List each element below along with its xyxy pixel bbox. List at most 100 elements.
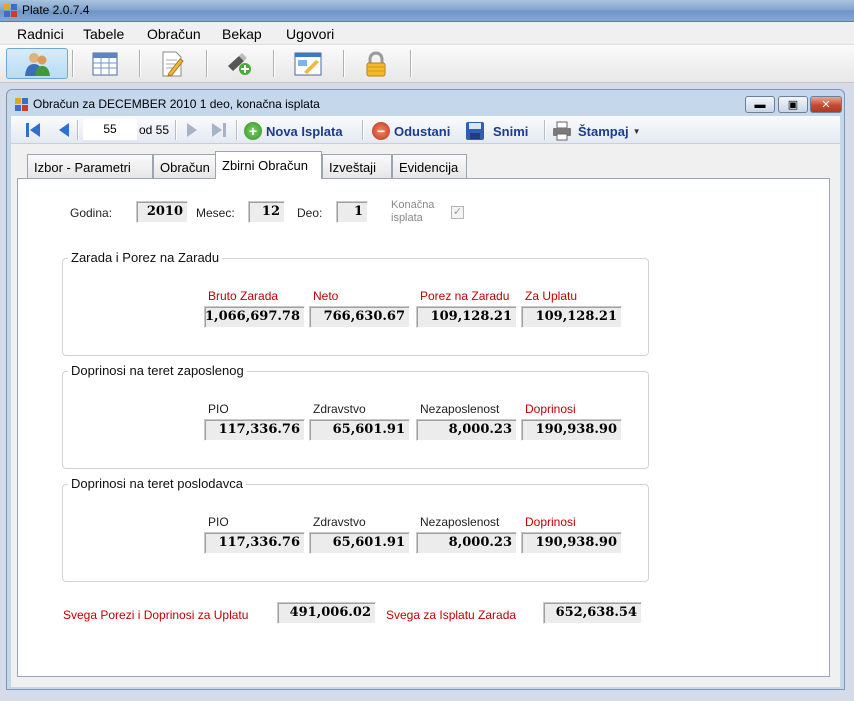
save-label: Snimi: [493, 123, 529, 139]
field-value[interactable]: 65,601.91: [309, 419, 410, 441]
contracts-button[interactable]: [277, 48, 339, 79]
checkmark-icon: ✓: [452, 206, 463, 218]
table-icon: [92, 52, 118, 75]
backup-button[interactable]: [208, 48, 270, 79]
tab-evidencija[interactable]: Evidencija: [392, 154, 467, 178]
record-navigator: 55 od 55 + Nova Isplata − Odustani Snimi…: [11, 116, 840, 144]
lock-icon: [366, 51, 386, 76]
previous-record-icon[interactable]: [57, 122, 71, 138]
field-value[interactable]: 190,938.90: [521, 419, 622, 441]
calculation-button[interactable]: [141, 48, 203, 79]
field-label: Zdravstvo: [313, 402, 366, 416]
window-icon: [15, 98, 28, 111]
menu-bekap[interactable]: Bekap: [222, 26, 262, 42]
cancel-label: Odustani: [394, 123, 451, 139]
print-label: Štampaj: [578, 123, 629, 139]
menu-obracun[interactable]: Obračun: [147, 26, 201, 42]
field-label: Za Uplatu: [525, 289, 578, 303]
last-record-icon[interactable]: [211, 122, 227, 138]
mesec-label: Mesec:: [196, 206, 235, 220]
calculation-window: Obračun za DECEMBER 2010 1 deo, konačna …: [6, 89, 845, 690]
field-label: Bruto Zarada: [208, 289, 279, 303]
navigator-separator: [544, 120, 546, 140]
window-title: Obračun za DECEMBER 2010 1 deo, konačna …: [33, 97, 320, 111]
field-label: PIO: [208, 515, 229, 529]
group-title: Doprinosi na teret poslodavca: [68, 476, 246, 491]
field-label: Neto: [313, 289, 339, 303]
field-value[interactable]: 109,128.21: [521, 306, 622, 328]
field-label: Nezaposlenost: [420, 402, 500, 416]
dropdown-arrow-icon[interactable]: ▼: [633, 127, 641, 136]
group-title: Zarada i Porez na Zaradu: [68, 250, 223, 265]
tab-izbor-parametri[interactable]: Izbor - Parametri: [27, 154, 153, 178]
employees-button[interactable]: [6, 48, 68, 79]
field-value[interactable]: 1,066,697.78: [204, 306, 305, 328]
field-value[interactable]: 766,630.67: [309, 306, 410, 328]
field-label: Doprinosi: [525, 402, 576, 416]
deo-field[interactable]: 1: [336, 201, 368, 223]
menu-bar: Radnici Tabele Obračun Bekap Ugovori: [0, 22, 854, 45]
navigator-separator: [77, 120, 79, 140]
document-edit-icon: [162, 51, 184, 77]
total-taxes-field[interactable]: 491,006.02: [277, 602, 376, 624]
cancel-button[interactable]: − Odustani: [372, 121, 450, 141]
usb-add-icon: [228, 52, 251, 75]
maximize-button[interactable]: ▣: [778, 96, 808, 113]
konacna-label-line2: isplata: [391, 212, 423, 224]
godina-field[interactable]: 2010: [136, 201, 188, 223]
tab-page-zbirni-obracun: Godina: 2010 Mesec: 12 Deo: 1 Konačna is…: [17, 178, 830, 677]
next-record-icon[interactable]: [185, 122, 199, 138]
field-label: Nezaposlenost: [420, 515, 500, 529]
field-value[interactable]: 8,000.23: [416, 419, 517, 441]
field-value[interactable]: 117,336.76: [204, 532, 305, 554]
field-value[interactable]: 117,336.76: [204, 419, 305, 441]
field-label: Zdravstvo: [313, 515, 366, 529]
tables-button[interactable]: [74, 48, 136, 79]
tab-zbirni-obracun[interactable]: Zbirni Obračun: [215, 151, 322, 179]
printer-icon: [553, 121, 571, 141]
app-title: Plate 2.0.7.4: [22, 3, 90, 17]
app-icon: [4, 4, 17, 17]
tab-obracun[interactable]: Obračun: [153, 154, 216, 178]
tab-izvestaji[interactable]: Izveštaji: [322, 154, 392, 178]
total-payout-field[interactable]: 652,638.54: [543, 602, 642, 624]
new-payment-button[interactable]: + Nova Isplata: [244, 121, 343, 141]
field-value[interactable]: 109,128.21: [416, 306, 517, 328]
mesec-field[interactable]: 12: [248, 201, 285, 223]
konacna-label-line1: Konačna: [391, 199, 435, 211]
record-count: od 55: [139, 123, 170, 137]
save-icon: [466, 122, 484, 140]
total-taxes-label: Svega Porezi i Doprinosi za Uplatu: [63, 608, 249, 622]
godina-label: Godina:: [70, 206, 113, 220]
field-value[interactable]: 190,938.90: [521, 532, 622, 554]
deo-label: Deo:: [297, 206, 323, 220]
field-value[interactable]: 8,000.23: [416, 532, 517, 554]
first-record-icon[interactable]: [25, 122, 41, 138]
save-button[interactable]: Snimi: [465, 121, 528, 141]
lock-button[interactable]: [345, 48, 407, 79]
field-label: Doprinosi: [525, 515, 576, 529]
navigator-separator: [362, 120, 364, 140]
group-title: Doprinosi na teret zaposlenog: [68, 363, 247, 378]
record-position-input[interactable]: 55: [83, 119, 137, 140]
maximize-icon: ▣: [787, 99, 799, 111]
window-content: 55 od 55 + Nova Isplata − Odustani Snimi…: [11, 116, 840, 687]
close-icon: ✕: [821, 99, 831, 111]
close-button[interactable]: ✕: [810, 96, 842, 113]
add-icon: +: [244, 122, 262, 140]
minimize-icon: ▬: [754, 98, 766, 111]
menu-ugovori[interactable]: Ugovori: [286, 26, 334, 42]
minimize-button[interactable]: ▬: [745, 96, 775, 113]
cancel-icon: −: [372, 122, 390, 140]
employees-icon: [25, 52, 50, 76]
menu-tabele[interactable]: Tabele: [83, 26, 124, 42]
menu-radnici[interactable]: Radnici: [17, 26, 64, 42]
print-button[interactable]: Štampaj ▼: [552, 121, 641, 141]
form-icon: [294, 52, 322, 75]
konacna-checkbox[interactable]: ✓: [451, 206, 464, 219]
field-value[interactable]: 65,601.91: [309, 532, 410, 554]
new-payment-label: Nova Isplata: [266, 123, 343, 139]
field-label: Porez na Zaradu: [420, 289, 510, 303]
field-label: PIO: [208, 402, 229, 416]
total-payout-label: Svega za Isplatu Zarada: [386, 608, 517, 622]
